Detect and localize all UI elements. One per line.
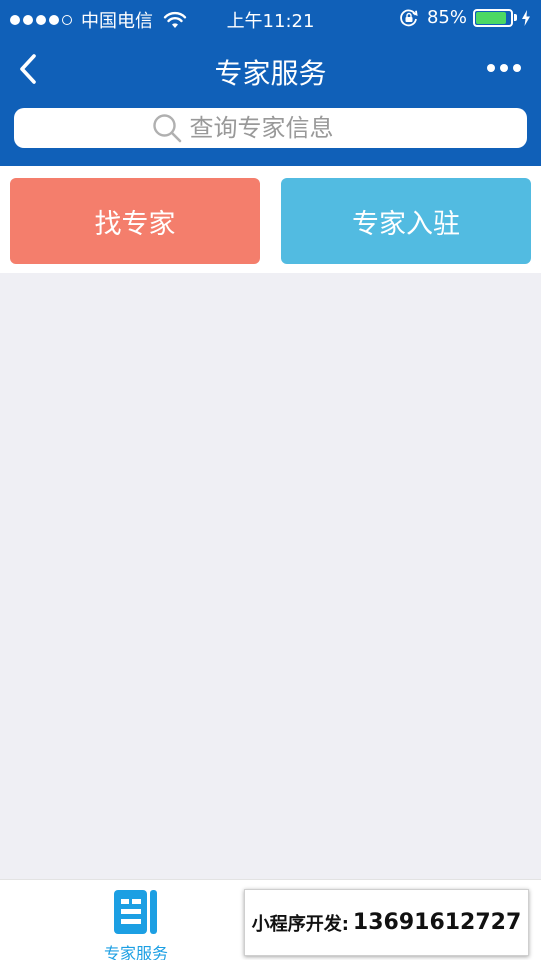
status-left: 中国电信 <box>10 7 187 33</box>
wifi-icon <box>163 11 187 28</box>
signal-dots-icon <box>10 15 75 25</box>
more-dots-icon[interactable] <box>482 64 521 72</box>
tab-expert-service[interactable]: 专家服务 <box>98 886 174 960</box>
search-input[interactable] <box>189 114 390 142</box>
search-icon <box>152 114 181 143</box>
header: 专家服务 <box>0 36 541 166</box>
battery-icon <box>473 8 513 27</box>
page-title: 专家服务 <box>214 57 327 90</box>
charging-bolt-icon <box>522 9 530 26</box>
back-chevron-icon[interactable] <box>14 52 42 86</box>
status-right: 85% <box>399 7 531 28</box>
find-expert-button[interactable]: 找专家 <box>10 178 260 264</box>
carrier-name: 中国电信 <box>81 11 153 32</box>
expert-join-button[interactable]: 专家入驻 <box>281 178 531 264</box>
battery-percent: 85% <box>426 7 467 28</box>
battery-fill <box>476 11 506 24</box>
search-bar[interactable] <box>14 108 527 148</box>
status-bar: 中国电信 上午11:21 85% <box>0 0 541 36</box>
rotation-lock-icon <box>400 9 418 26</box>
tab-expert-service-label: 专家服务 <box>103 944 168 960</box>
document-list-icon <box>114 890 157 934</box>
battery-cap <box>514 14 517 21</box>
promo-overlay: 小程序开发: 13691612727 <box>244 889 529 956</box>
promo-phone-number: 13691612727 <box>352 910 522 935</box>
action-buttons: 找专家 专家入驻 <box>0 166 541 273</box>
promo-label: 小程序开发: <box>251 913 349 935</box>
